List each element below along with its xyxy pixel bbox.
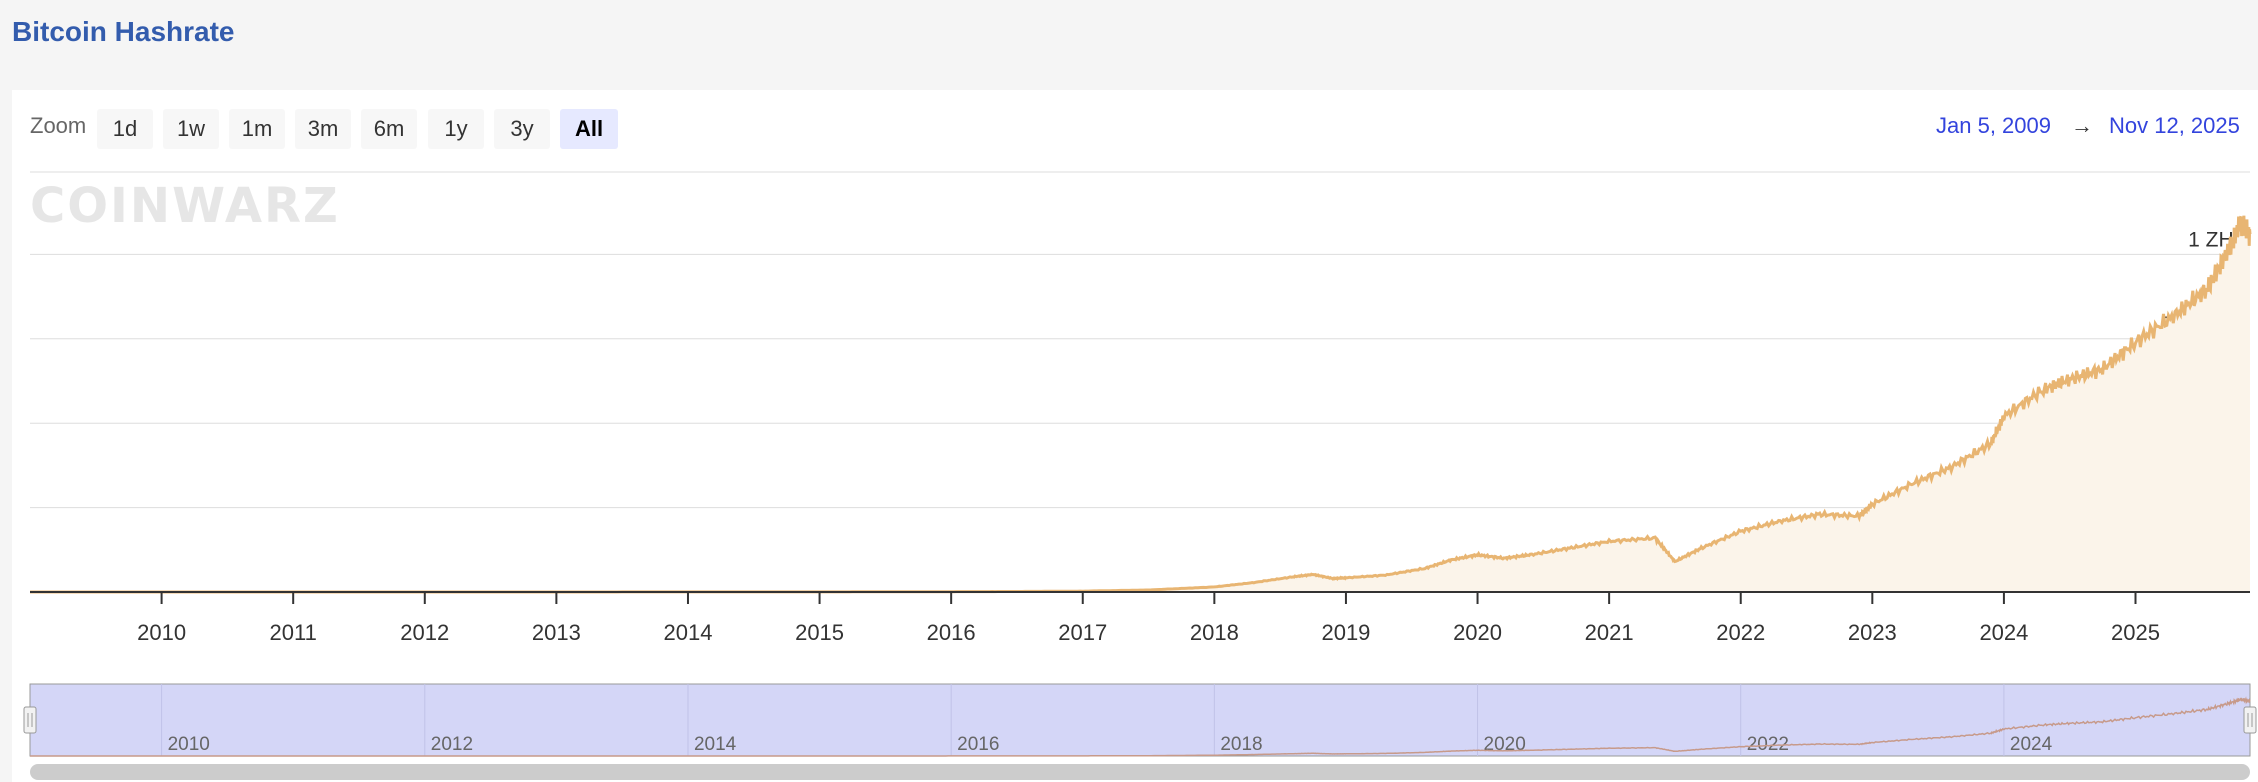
navigator-tick-label: 2020 — [1484, 734, 1526, 755]
x-tick-label: 2021 — [1585, 620, 1634, 645]
scrollbar-thumb[interactable] — [30, 764, 2250, 780]
navigator-tick-label: 2024 — [2010, 734, 2053, 755]
navigator-tick-label: 2014 — [694, 734, 737, 755]
navigator-tick-label: 2012 — [431, 734, 473, 755]
navigator-right-handle[interactable] — [2243, 706, 2257, 734]
navigator-tick-label: 2016 — [957, 734, 999, 755]
navigator-tick-label: 2018 — [1220, 734, 1262, 755]
x-tick-label: 2014 — [663, 620, 712, 645]
x-tick-label: 2024 — [1979, 620, 2028, 645]
series-area — [30, 215, 2250, 592]
x-tick-label: 2020 — [1453, 620, 1502, 645]
x-tick-label: 2018 — [1190, 620, 1239, 645]
x-tick-label: 2023 — [1848, 620, 1897, 645]
x-tick-label: 2017 — [1058, 620, 1107, 645]
navigator-left-handle[interactable] — [23, 706, 37, 734]
navigator-selection — [29, 683, 2251, 757]
x-tick-label: 2012 — [400, 620, 449, 645]
x-tick-label: 2022 — [1716, 620, 1765, 645]
x-tick-label: 2025 — [2111, 620, 2160, 645]
hashrate-chart: COINWARZ0250 EH/s500 EH/s750 EH/s1 ZH/s2… — [23, 171, 2257, 780]
watermark-logo: COINWARZ — [30, 178, 340, 234]
x-tick-label: 2015 — [795, 620, 844, 645]
x-tick-label: 2010 — [137, 620, 186, 645]
x-tick-label: 2019 — [1321, 620, 1370, 645]
x-tick-label: 2016 — [927, 620, 976, 645]
x-tick-label: 2011 — [270, 620, 317, 645]
x-tick-label: 2013 — [532, 620, 581, 645]
navigator-tick-label: 2010 — [168, 734, 210, 755]
